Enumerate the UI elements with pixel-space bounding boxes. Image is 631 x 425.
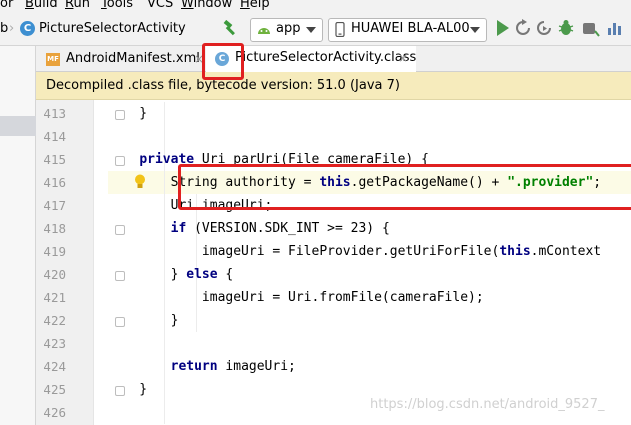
run-config-label: app	[276, 21, 301, 36]
menu-mnemonic: W	[181, 0, 194, 11]
code-line[interactable]: return imageUri;	[108, 355, 296, 378]
code-line[interactable]: }	[108, 102, 147, 125]
line-number-gutter: 413 414 415 416 417 418 419 420 421 422 423 424 425 4…	[36, 100, 94, 425]
code-text: imageUri = Uri.fromFile(cameraFile);	[108, 290, 484, 305]
line-number: 425	[43, 382, 66, 397]
android-icon	[258, 28, 270, 34]
fold-marker-icon[interactable]	[115, 110, 125, 120]
line-number: 423	[43, 336, 66, 351]
line-number: 419	[43, 244, 66, 259]
chevron-down-icon	[470, 27, 480, 33]
tab-highlight-box	[202, 43, 244, 80]
run-config-select[interactable]: app	[250, 18, 323, 42]
menu-item-help[interactable]: Help	[240, 0, 270, 12]
menu-item-run[interactable]: Run	[65, 0, 90, 12]
code-keyword: this	[499, 244, 531, 259]
decompiled-banner: Decompiled .class file, bytecode version…	[36, 72, 631, 100]
menu-bar: or Build Run Tools VCS Window Help	[0, 0, 631, 13]
code-area[interactable]: } private Uri parUri(File cameraFile) { …	[108, 100, 631, 425]
line-number: 415	[43, 152, 66, 167]
menu-item-window[interactable]: Window	[181, 0, 232, 12]
debug-icon[interactable]	[556, 18, 576, 38]
attach-debugger-icon[interactable]	[580, 18, 600, 38]
menu-item-or[interactable]: or	[0, 0, 13, 12]
code-text: imageUri = FileProvider.getUriForFile(	[108, 244, 500, 259]
code-text: }	[108, 106, 148, 121]
fold-marker-icon[interactable]	[115, 271, 125, 281]
menu-item-tools[interactable]: Tools	[101, 0, 133, 12]
class-icon: C	[20, 21, 35, 36]
line-number: 414	[43, 129, 66, 144]
chevron-down-icon	[306, 27, 316, 33]
apply-changes-icon[interactable]	[535, 19, 553, 37]
selected-tree-row[interactable]	[0, 116, 36, 136]
device-label: HUAWEI BLA-AL00	[351, 21, 470, 36]
menu-item-vcs[interactable]: VCS	[147, 0, 173, 12]
menu-label-rest: elp	[249, 0, 270, 11]
fold-marker-icon[interactable]	[115, 225, 125, 235]
code-text: (VERSION.SDK_INT >= 23) {	[186, 221, 390, 236]
code-keyword: return	[170, 359, 218, 374]
breadcrumb-separator: ›	[9, 21, 15, 36]
code-keyword: if	[170, 221, 187, 236]
line-number: 413	[43, 106, 66, 121]
tab-close-icon[interactable]: ×	[398, 46, 408, 70]
breadcrumb-item-activity[interactable]: PictureSelectorActivity	[39, 21, 186, 37]
toolbar: b › C PictureSelectorActivity app HUAWEI…	[0, 13, 631, 46]
fold-marker-icon[interactable]	[115, 156, 125, 166]
line-number: 422	[43, 313, 66, 328]
menu-item-build[interactable]: Build	[25, 0, 58, 12]
line-number: 421	[43, 290, 66, 305]
code-line[interactable]: imageUri = FileProvider.getUriForFile(th…	[108, 240, 601, 263]
code-line[interactable]: }	[108, 378, 147, 401]
phone-icon	[335, 22, 345, 37]
manifest-file-icon: MF	[46, 53, 60, 66]
intention-bulb-icon[interactable]	[134, 174, 146, 190]
code-line[interactable]: if (VERSION.SDK_INT >= 23) {	[108, 217, 390, 240]
line-number: 416	[43, 175, 66, 190]
breadcrumb-prefix[interactable]: b	[0, 21, 8, 37]
profiler-icon[interactable]	[606, 18, 626, 38]
menu-label-rest: un	[73, 0, 90, 11]
menu-label-rest: uild	[33, 0, 58, 11]
code-line[interactable]: } else {	[108, 263, 234, 286]
line-number: 426	[43, 405, 66, 420]
menu-label-rest: ools	[106, 0, 134, 11]
code-text: }	[108, 382, 148, 397]
fold-marker-icon[interactable]	[115, 386, 125, 396]
menu-mnemonic: H	[240, 0, 250, 11]
editor-tab-bar: MF AndroidManifest.xml × C PictureSelect…	[36, 46, 631, 75]
code-highlight-box	[178, 164, 631, 210]
tab-label: PictureSelectorActivity.class	[235, 50, 417, 65]
code-keyword: else	[186, 267, 218, 282]
code-text: imageUri;	[217, 359, 296, 374]
project-panel[interactable]	[0, 46, 36, 425]
build-hammer-icon[interactable]	[222, 20, 238, 36]
line-number: 420	[43, 267, 66, 282]
menu-label-rest: indow	[193, 0, 233, 11]
menu-mnemonic: B	[25, 0, 34, 11]
rerun-icon[interactable]	[514, 19, 532, 37]
code-text: {	[217, 267, 234, 282]
run-icon[interactable]	[495, 19, 511, 37]
fold-gutter	[94, 100, 108, 425]
tab-label: AndroidManifest.xml	[66, 51, 200, 66]
code-line[interactable]: imageUri = Uri.fromFile(cameraFile);	[108, 286, 484, 309]
code-text: .mContext	[530, 244, 602, 259]
line-number: 418	[43, 221, 66, 236]
line-number: 417	[43, 198, 66, 213]
tab-android-manifest[interactable]: MF AndroidManifest.xml ×	[42, 46, 206, 72]
watermark: https://blog.csdn.net/android_9527_	[370, 397, 605, 412]
fold-marker-icon[interactable]	[115, 317, 125, 327]
line-number: 424	[43, 359, 66, 374]
device-select[interactable]: HUAWEI BLA-AL00	[328, 18, 487, 42]
